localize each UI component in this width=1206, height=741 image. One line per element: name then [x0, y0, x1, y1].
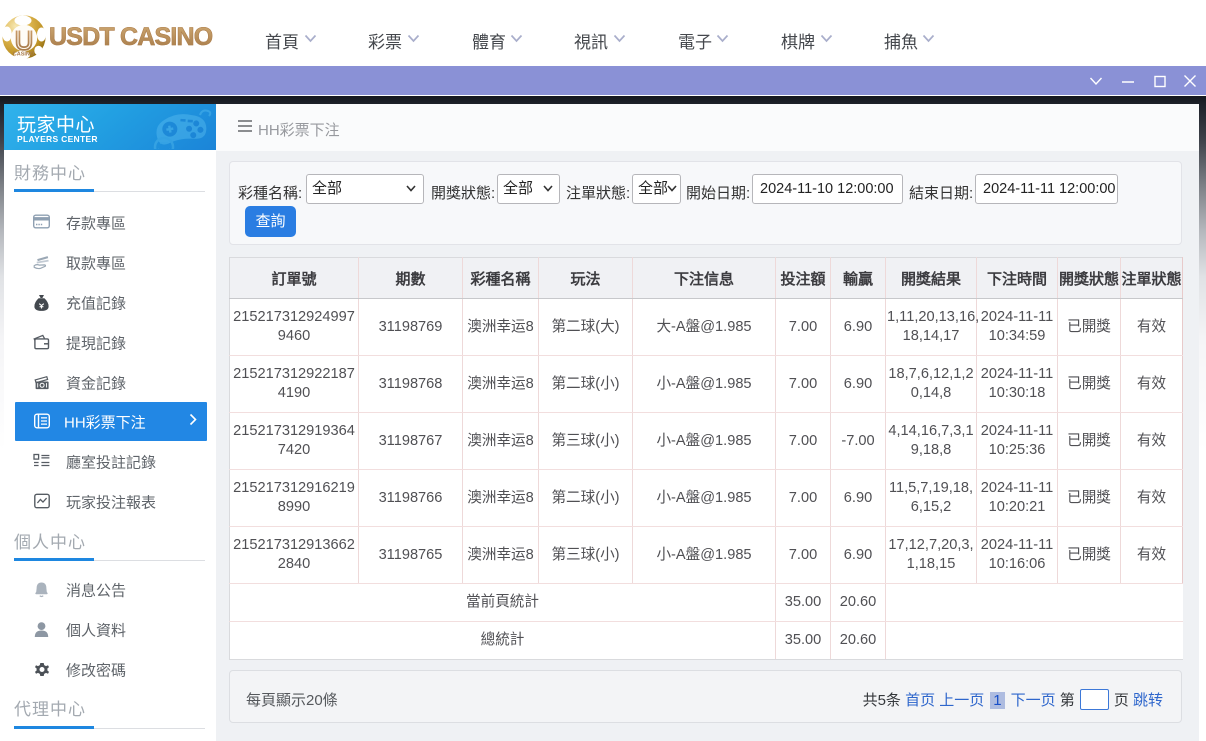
- svg-text:CASINO: CASINO: [13, 52, 35, 58]
